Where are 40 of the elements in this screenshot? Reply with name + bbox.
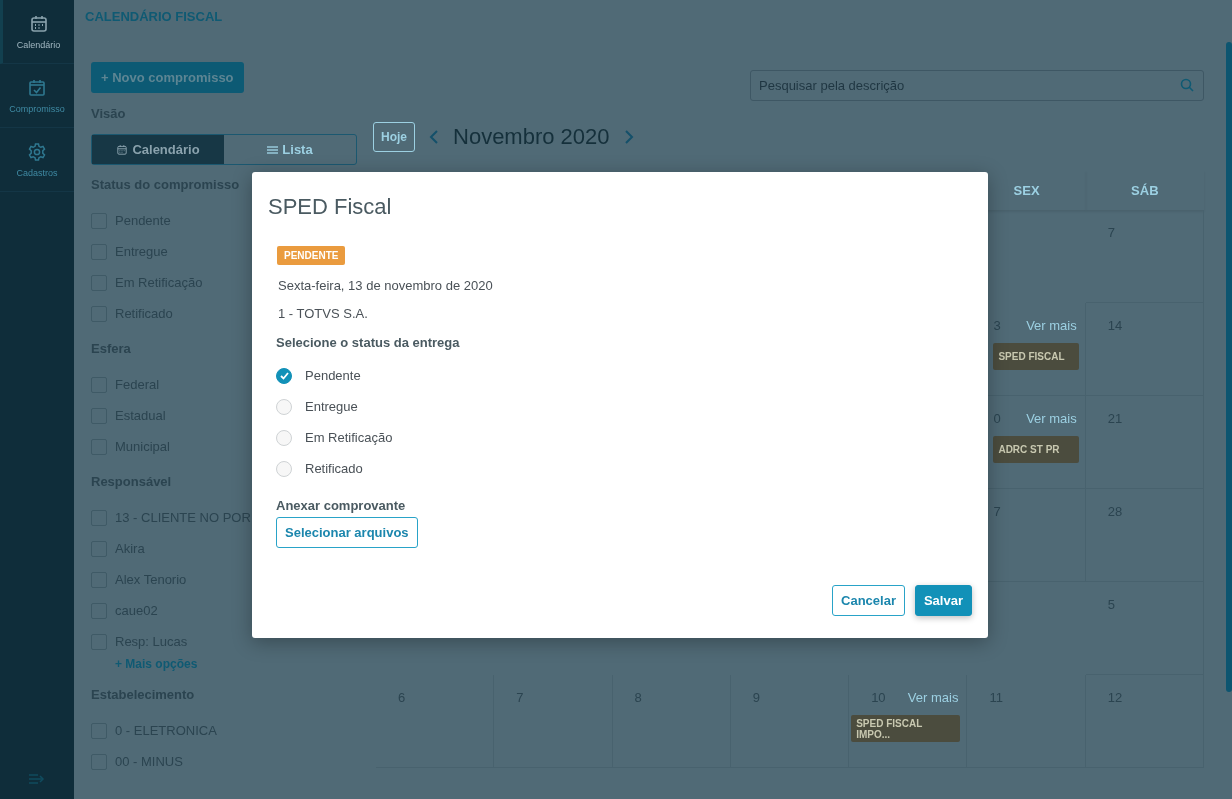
save-button[interactable]: Salvar [914, 585, 972, 616]
next-month-icon[interactable] [623, 129, 634, 145]
cancel-button[interactable]: Cancelar [832, 585, 905, 616]
event-chip[interactable]: SPED FISCAL IMPO... [851, 715, 961, 742]
select-files-button[interactable]: Selecionar arquivos [276, 517, 418, 548]
status-badge: PENDENTE [277, 246, 346, 265]
nav-item[interactable]: Compromisso [0, 64, 74, 128]
radio-label: Pendente [305, 368, 361, 383]
event-chip[interactable]: ADRC ST PR [993, 436, 1079, 463]
page-title: CALENDÁRIO FISCAL [85, 8, 224, 26]
nav-item[interactable]: Cadastros [0, 128, 74, 192]
radio-label: Entregue [305, 399, 358, 414]
event-chip[interactable]: SPED FISCAL [993, 343, 1079, 370]
radio-label: Em Retificação [305, 430, 393, 445]
see-more-link[interactable]: Ver mais [1026, 410, 1077, 426]
scrollbar[interactable] [1226, 42, 1232, 692]
view-toggle-option[interactable]: Calendário [92, 135, 224, 164]
view-toggle-option[interactable]: Lista [224, 135, 356, 164]
collapse-menu-icon[interactable] [29, 773, 45, 785]
calendar-icon [116, 143, 129, 156]
field-label: Anexar comprovante [276, 498, 407, 513]
company-text: 1 - TOTVS S.A. [278, 306, 369, 321]
search-icon [1180, 78, 1194, 92]
nav-item[interactable]: Calendário [0, 0, 74, 64]
radio-label: Retificado [305, 461, 363, 476]
dialog-title: SPED Fiscal [268, 194, 393, 221]
date-text: Sexta-feira, 13 de novembro de 2020 [278, 278, 494, 293]
calendar-check-icon [27, 77, 47, 98]
field-label: Selecione o status da entrega [276, 335, 461, 350]
today-button[interactable]: Hoje [373, 122, 415, 152]
radio-button[interactable] [276, 367, 292, 384]
list-icon [267, 144, 279, 155]
weekday-header: SÁB [1085, 170, 1204, 210]
see-more-link[interactable]: Ver mais [1026, 317, 1077, 333]
month-title: Novembro 2020 [453, 124, 610, 150]
check-icon [279, 371, 289, 380]
settings-icon [27, 141, 47, 162]
calendar-icon [28, 13, 49, 34]
see-more-link[interactable]: Ver mais [907, 689, 959, 705]
previous-month-icon[interactable] [429, 129, 439, 145]
